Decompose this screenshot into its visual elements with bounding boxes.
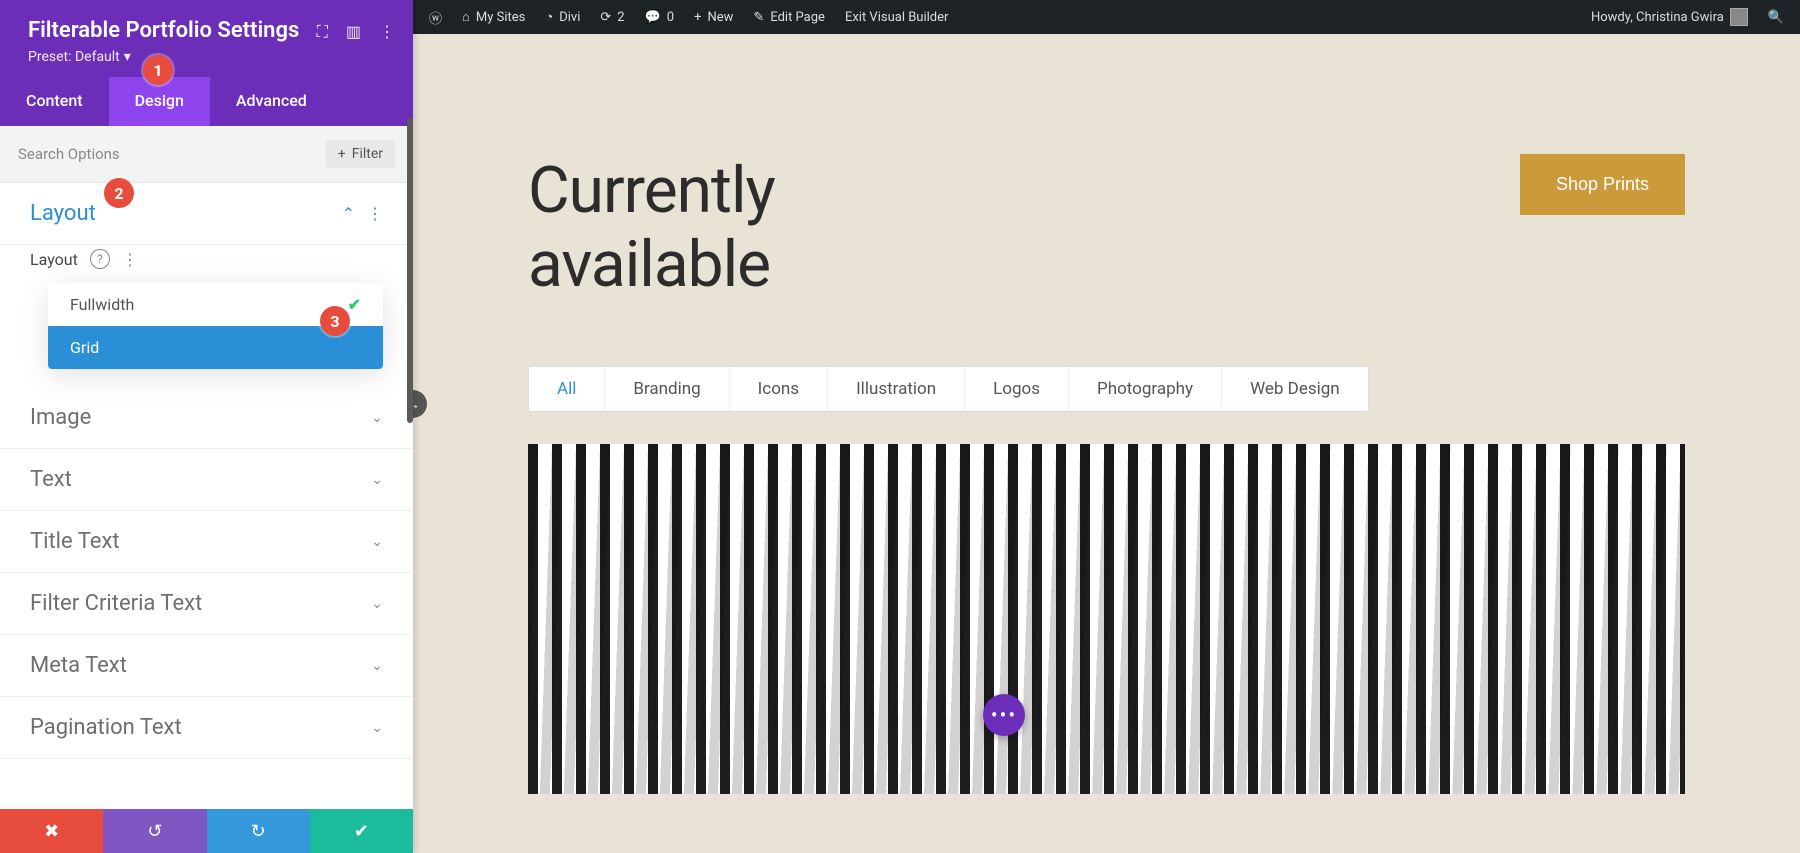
- tab-content[interactable]: Content: [0, 77, 109, 126]
- avatar: [1730, 8, 1748, 26]
- preset-selector[interactable]: Preset: Default▾: [28, 49, 389, 65]
- plus-icon: +: [694, 10, 701, 25]
- caret-down-icon: ▾: [124, 49, 131, 65]
- comments-link[interactable]: 💬0: [635, 0, 685, 34]
- module-actions-fab[interactable]: •••: [983, 694, 1025, 736]
- exit-builder-link[interactable]: Exit Visual Builder: [835, 0, 958, 34]
- section-filter-criteria[interactable]: Filter Criteria Text⌄: [0, 573, 413, 635]
- undo-button[interactable]: ↺: [103, 809, 206, 853]
- annotation-badge-2: 2: [104, 178, 134, 208]
- howdy-label: Howdy, Christina Gwira: [1591, 10, 1724, 25]
- page-title: Currentlyavailable: [528, 154, 775, 301]
- chevron-down-icon: ⌄: [371, 534, 383, 550]
- comments-count: 0: [667, 10, 674, 25]
- my-sites-link[interactable]: ⌂ My Sites: [452, 0, 535, 34]
- edit-page-label: Edit Page: [770, 10, 825, 25]
- comment-icon: 💬: [645, 10, 661, 25]
- redo-button[interactable]: ↻: [207, 809, 310, 853]
- page-preview: ↔ Currentlyavailable Shop Prints All Bra…: [413, 34, 1800, 853]
- expand-icon[interactable]: ⛶: [317, 22, 328, 42]
- ellipsis-icon: •••: [991, 703, 1017, 727]
- meter-icon: ◔: [545, 9, 553, 25]
- tab-advanced[interactable]: Advanced: [210, 77, 333, 126]
- section-list[interactable]: Layout ⌃ ⋮ Layout ? ⋮ Fullwidth ✔ Grid Im…: [0, 183, 413, 809]
- filter-icons[interactable]: Icons: [730, 367, 828, 411]
- filter-web-design[interactable]: Web Design: [1222, 367, 1368, 411]
- search-row: Search Options +Filter: [0, 126, 413, 183]
- refresh-icon: ⟳: [600, 10, 611, 25]
- search-input[interactable]: Search Options: [18, 145, 316, 163]
- check-icon: ✔: [348, 295, 361, 314]
- panel-tabs: Content Design Advanced: [0, 77, 413, 126]
- responsive-icon[interactable]: ▥: [346, 22, 361, 42]
- layout-section-body: Layout ? ⋮ Fullwidth ✔ Grid: [0, 249, 413, 387]
- more-icon[interactable]: ⋮: [379, 22, 395, 42]
- edit-page-link[interactable]: ✎ Edit Page: [743, 0, 835, 34]
- chevron-down-icon: ⌄: [371, 720, 383, 736]
- filter-illustration[interactable]: Illustration: [828, 367, 965, 411]
- pencil-icon: ✎: [753, 10, 764, 25]
- chevron-down-icon: ⌄: [371, 596, 383, 612]
- settings-panel: Filterable Portfolio Settings Preset: De…: [0, 0, 413, 853]
- field-options-icon[interactable]: ⋮: [122, 250, 136, 269]
- search-toggle[interactable]: 🔍: [1758, 0, 1794, 34]
- redo-icon: ↻: [251, 821, 266, 842]
- shop-prints-button[interactable]: Shop Prints: [1520, 154, 1685, 215]
- panel-footer: ✖ ↺ ↻ ✔: [0, 809, 413, 853]
- updates-count: 2: [617, 10, 624, 25]
- new-label: New: [707, 10, 733, 25]
- updates-link[interactable]: ⟳2: [590, 0, 634, 34]
- section-image[interactable]: Image⌄: [0, 387, 413, 449]
- sites-icon: ⌂: [462, 9, 470, 25]
- portfolio-item-image[interactable]: [528, 444, 1685, 794]
- help-icon[interactable]: ?: [90, 249, 110, 269]
- check-icon: ✔: [354, 821, 369, 842]
- save-button[interactable]: ✔: [310, 809, 413, 853]
- annotation-badge-3: 3: [320, 306, 350, 336]
- filter-all[interactable]: All: [529, 367, 605, 411]
- chevron-down-icon: ⌄: [371, 658, 383, 674]
- section-title-text[interactable]: Title Text⌄: [0, 511, 413, 573]
- hero-row: Currentlyavailable Shop Prints: [528, 154, 1685, 301]
- filter-button[interactable]: +Filter: [326, 140, 395, 168]
- chevron-down-icon: ⌄: [371, 472, 383, 488]
- portfolio-filter-tabs: All Branding Icons Illustration Logos Ph…: [528, 366, 1369, 412]
- my-sites-label: My Sites: [476, 10, 525, 25]
- section-pagination-text[interactable]: Pagination Text⌄: [0, 697, 413, 759]
- chevron-down-icon: ⌄: [371, 410, 383, 426]
- section-meta-text[interactable]: Meta Text⌄: [0, 635, 413, 697]
- chevron-up-icon: ⌃: [342, 204, 355, 223]
- filter-photography[interactable]: Photography: [1069, 367, 1222, 411]
- panel-header: Filterable Portfolio Settings Preset: De…: [0, 0, 413, 77]
- wp-admin-bar: ⓦ ⌂My Sites ◔Divi ⟳2 💬0 +New ✎Edit Page …: [413, 0, 1800, 34]
- cancel-button[interactable]: ✖: [0, 809, 103, 853]
- search-icon: 🔍: [1768, 10, 1784, 25]
- panel-scrollbar[interactable]: [407, 118, 413, 423]
- plus-icon: +: [338, 146, 346, 162]
- new-link[interactable]: + New: [684, 0, 743, 34]
- dots-icon[interactable]: ⋮: [367, 204, 383, 223]
- wordpress-icon: ⓦ: [429, 8, 442, 27]
- annotation-badge-1: 1: [143, 55, 173, 85]
- close-icon: ✖: [44, 821, 59, 842]
- layout-field-label: Layout: [30, 250, 78, 269]
- filter-logos[interactable]: Logos: [965, 367, 1069, 411]
- wp-logo[interactable]: ⓦ: [419, 0, 452, 34]
- site-name-link[interactable]: ◔ Divi: [535, 0, 590, 34]
- undo-icon: ↺: [147, 821, 162, 842]
- site-name-label: Divi: [559, 10, 580, 25]
- section-text[interactable]: Text⌄: [0, 449, 413, 511]
- howdy-link[interactable]: Howdy, Christina Gwira: [1581, 0, 1758, 34]
- section-layout[interactable]: Layout ⌃⋮: [0, 183, 413, 245]
- filter-branding[interactable]: Branding: [605, 367, 729, 411]
- exit-builder-label: Exit Visual Builder: [845, 10, 948, 25]
